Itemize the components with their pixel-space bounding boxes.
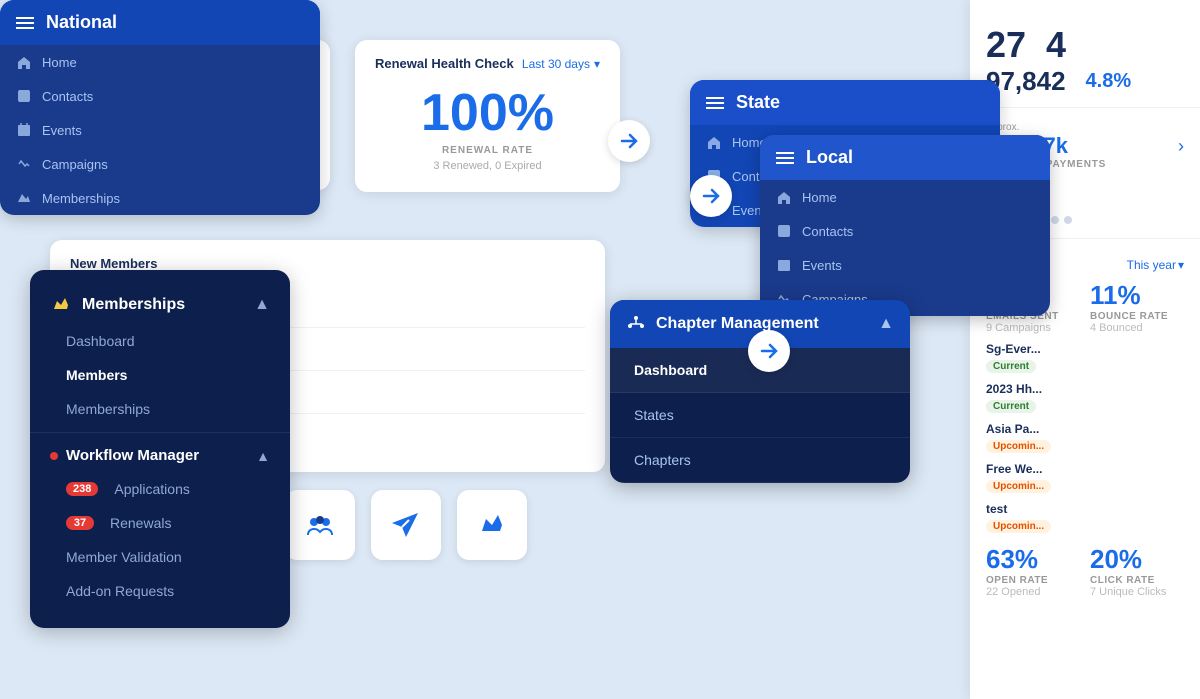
renewal-title: Renewal Health Check [375, 56, 514, 71]
local-nav-contacts[interactable]: Contacts [760, 214, 1050, 248]
sidebar-item-renewals[interactable]: 37 Renewals [30, 506, 290, 540]
campaign-row-5[interactable]: test Upcomin... [986, 502, 1184, 534]
sidebar-workflow-label: Workflow Manager [66, 447, 199, 464]
stat-bounce-rate: 11% BOUNCE RATE 4 Bounced [1090, 280, 1184, 334]
sidebar-item-members[interactable]: Members [30, 358, 290, 392]
local-nav-events[interactable]: Events [760, 248, 1050, 282]
dot-7[interactable] [1064, 216, 1072, 224]
campaign-row-4[interactable]: Free We... Upcomin... [986, 462, 1184, 494]
sidebar-item-applications[interactable]: 238 Applications [30, 472, 290, 506]
sidebar-applications-label: Applications [114, 481, 190, 497]
renewal-period-text: Last 30 days [522, 57, 590, 71]
campaign-row-3[interactable]: Asia Pa... Upcomin... [986, 422, 1184, 454]
chapter-title: Chapter Management [656, 315, 819, 333]
national-nav-home[interactable]: Home [0, 45, 320, 79]
national-nav-memberships[interactable]: Memberships [0, 181, 320, 215]
sidebar-divider [30, 432, 290, 433]
renewal-header: Renewal Health Check Last 30 days ▾ [375, 56, 600, 71]
campaign-row-2[interactable]: 2023 Hh... Current [986, 382, 1184, 414]
send-icon-button[interactable] [371, 490, 441, 560]
stats-grid-2: 63% OPEN RATE 22 Opened 20% CLICK RATE 7… [986, 544, 1184, 598]
value-chevron-icon[interactable]: › [1178, 136, 1184, 157]
campaign-row-1[interactable]: Sg-Ever... Current [986, 342, 1184, 374]
sidebar-renewals-label: Renewals [110, 515, 171, 531]
workflow-dot [50, 452, 58, 460]
sidebar-memberships-sub-label: Memberships [66, 401, 150, 417]
sidebar-dashboard-label: Dashboard [66, 333, 135, 349]
dot-6[interactable] [1051, 216, 1059, 224]
value-approx: approx. [986, 122, 1106, 133]
arrow-local-to-chapter[interactable] [748, 330, 790, 372]
state-hamburger-icon[interactable] [706, 97, 724, 109]
renewal-rate-value: 100% [375, 87, 600, 139]
national-nav-campaigns[interactable]: Campaigns [0, 147, 320, 181]
arrow-state-to-local[interactable] [690, 175, 732, 217]
analytics-panel: 27 4 97,842 4.8% approx. S$16.7k VALUE O… [970, 0, 1200, 699]
renewal-rate-label: RENEWAL RATE [375, 145, 600, 156]
crown-icon [50, 294, 72, 316]
action-icons-row [285, 490, 527, 560]
new-members-title: New Members [70, 256, 585, 271]
national-title: National [46, 12, 117, 33]
renewal-sub-text: 3 Renewed, 0 Expired [375, 160, 600, 172]
renewal-health-card: Renewal Health Check Last 30 days ▾ 100%… [355, 40, 620, 192]
sidebar-workflow-header: Workflow Manager ▲ [30, 439, 290, 472]
top-num-4: 4 [1046, 24, 1066, 66]
chapter-icon [626, 314, 646, 334]
sidebar-memberships-label: Memberships [82, 296, 185, 314]
national-card: National Home Contacts Events Campaigns … [0, 0, 320, 215]
top-num-27: 27 [986, 24, 1026, 66]
state-nav-bar: State [690, 80, 1000, 125]
chapter-nav-chapters[interactable]: Chapters [610, 438, 910, 483]
sidebar-nav: Memberships ▲ Dashboard Members Membersh… [30, 270, 290, 628]
national-hamburger-icon[interactable] [16, 17, 34, 29]
stat-click-rate: 20% CLICK RATE 7 Unique Clicks [1090, 544, 1184, 598]
local-card: Local Home Contacts Events Campaigns [760, 135, 1050, 316]
sidebar-member-validation-label: Member Validation [66, 549, 182, 565]
local-title: Local [806, 147, 853, 168]
crown-icon-button[interactable] [457, 490, 527, 560]
sidebar-memberships-header: Memberships ▲ [30, 286, 290, 324]
local-hamburger-icon[interactable] [776, 152, 794, 164]
national-nav-bar: National [0, 0, 320, 45]
state-title: State [736, 92, 780, 113]
sidebar-item-member-validation[interactable]: Member Validation [30, 540, 290, 574]
renewals-badge: 37 [66, 516, 94, 530]
sidebar-item-memberships[interactable]: Memberships [30, 392, 290, 426]
sidebar-addon-label: Add-on Requests [66, 583, 174, 599]
local-nav-home[interactable]: Home [760, 180, 1050, 214]
national-nav-contacts[interactable]: Contacts [0, 79, 320, 113]
sidebar-members-label: Members [66, 367, 127, 383]
community-icon-button[interactable] [285, 490, 355, 560]
local-nav-bar: Local [760, 135, 1050, 180]
analytics-divider-1 [970, 107, 1200, 108]
sidebar-item-addon-requests[interactable]: Add-on Requests [30, 574, 290, 608]
applications-badge: 238 [66, 482, 98, 496]
campaign-list: Sg-Ever... Current 2023 Hh... Current As… [986, 342, 1184, 534]
big-num-percent: 4.8% [1086, 70, 1132, 93]
chapter-nav-states[interactable]: States [610, 393, 910, 438]
sidebar-item-dashboard[interactable]: Dashboard [30, 324, 290, 358]
arrow-national-to-state[interactable] [608, 120, 650, 162]
renewal-period[interactable]: Last 30 days ▾ [522, 57, 600, 71]
chapter-management-card: Chapter Management ▲ Dashboard States Ch… [610, 300, 910, 483]
stat-open-rate: 63% OPEN RATE 22 Opened [986, 544, 1080, 598]
campaign-filter[interactable]: This year ▾ [1127, 258, 1184, 272]
national-nav-events[interactable]: Events [0, 113, 320, 147]
